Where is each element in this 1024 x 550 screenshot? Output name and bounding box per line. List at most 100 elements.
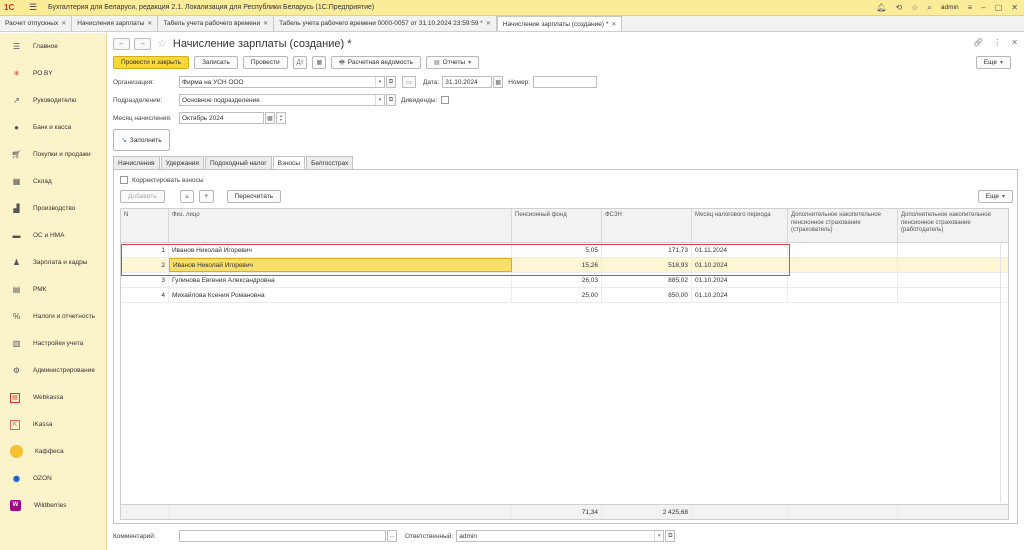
- row-pension[interactable]: 26,03: [512, 273, 602, 287]
- row-dnps-employer[interactable]: [898, 273, 1008, 287]
- back-button[interactable]: ←: [113, 37, 130, 50]
- row-month[interactable]: 01.11.2024: [692, 243, 788, 257]
- chevron-down-icon[interactable]: ▾: [375, 77, 384, 87]
- date-field[interactable]: 31.10.2024: [442, 76, 493, 88]
- col-dnps-insurer[interactable]: Дополнительное накопительное пенсионное …: [788, 209, 898, 242]
- recalculate-button[interactable]: Пересчитать: [226, 190, 282, 203]
- link-icon[interactable]: 🔗︎: [973, 38, 983, 47]
- sidebar-item-purchases[interactable]: 🛒︎ Покупки и продажи: [0, 141, 106, 168]
- col-number[interactable]: N: [121, 209, 169, 242]
- close-icon[interactable]: ✕: [1011, 3, 1018, 12]
- sidebar-item-rmk[interactable]: ▤ РМК: [0, 276, 106, 303]
- sidebar-item-ikassa[interactable]: KiKassa: [0, 411, 106, 438]
- row-fszn[interactable]: 850,00: [602, 288, 692, 302]
- row-pension[interactable]: 5,05: [512, 243, 602, 257]
- col-tax-month[interactable]: Месяц налогового периода: [692, 209, 788, 242]
- number-field[interactable]: [533, 76, 598, 88]
- row-person[interactable]: Михайлова Ксения Романовна: [169, 288, 512, 302]
- tab-vacation-calc[interactable]: Расчет отпускных ✕: [0, 16, 73, 31]
- post-button[interactable]: Провести: [242, 56, 288, 69]
- col-pension[interactable]: Пенсионный фонд: [512, 209, 602, 242]
- dt-kt-icon[interactable]: Дт: [292, 56, 308, 69]
- maximize-icon[interactable]: ▢: [995, 3, 1003, 12]
- sidebar-item-warehouse[interactable]: ▦ Склад: [0, 168, 106, 195]
- table-more-button[interactable]: Еще ▾: [977, 190, 1013, 203]
- sidebar-item-fixed-assets[interactable]: ▬ ОС и НМА: [0, 222, 106, 249]
- search-icon[interactable]: ⌕: [927, 3, 931, 13]
- dept-field[interactable]: Основное подразделение ▾: [179, 94, 385, 106]
- sidebar-item-production[interactable]: ▟ Производство: [0, 195, 106, 222]
- more-button[interactable]: Еще ▾: [975, 56, 1011, 69]
- user-name[interactable]: admin: [941, 4, 959, 11]
- tab-contributions[interactable]: Взносы: [272, 156, 306, 169]
- calendar-icon[interactable]: ▦: [493, 76, 504, 88]
- more-actions-icon[interactable]: ⋮: [993, 38, 1001, 47]
- tab-salary-creation[interactable]: Начисление зарплаты (создание) * ✕: [496, 16, 623, 31]
- row-pension[interactable]: 25,00: [512, 288, 602, 302]
- favorite-star-icon[interactable]: ☆: [157, 37, 167, 50]
- table-row[interactable]: 4 Михайлова Ксения Романовна 25,00 850,0…: [121, 288, 1008, 303]
- open-responsible-icon[interactable]: ⧉: [665, 530, 676, 542]
- row-pension[interactable]: 15,26: [512, 258, 602, 272]
- org-extra-icon[interactable]: ▭: [402, 76, 416, 88]
- row-person[interactable]: Иванов Николай Игоревич: [169, 258, 512, 272]
- sidebar-item-admin[interactable]: ⚙ Администрирование: [0, 357, 106, 384]
- open-org-icon[interactable]: ⧉: [386, 76, 396, 88]
- sidebar-item-manager[interactable]: ↗ Руководителю: [0, 87, 106, 114]
- close-tab-icon[interactable]: ✕: [263, 20, 268, 27]
- favorites-icon[interactable]: ☆: [911, 3, 918, 12]
- sidebar-item-bank[interactable]: ● Банк и касса: [0, 114, 106, 141]
- row-dnps-insurer[interactable]: [788, 273, 898, 287]
- responsible-field[interactable]: admin ▾: [456, 530, 665, 542]
- comment-field[interactable]: [179, 530, 386, 542]
- row-fszn[interactable]: 885,02: [602, 273, 692, 287]
- row-dnps-insurer[interactable]: [788, 288, 898, 302]
- settings-icon[interactable]: ≡: [968, 3, 973, 12]
- close-tab-icon[interactable]: ✕: [486, 20, 491, 27]
- reports-button[interactable]: ▤ Отчеты ▾: [425, 56, 480, 69]
- sidebar-item-webkassa[interactable]: ▤ Webkassa: [0, 384, 106, 411]
- tab-timesheet-doc[interactable]: Табель учета рабочего времени 0000-0057 …: [274, 16, 497, 31]
- row-month[interactable]: 01.10.2024: [692, 273, 788, 287]
- post-and-close-button[interactable]: Провести и закрыть: [113, 56, 190, 69]
- row-dnps-employer[interactable]: [898, 258, 1008, 272]
- org-field[interactable]: Фирма на УСН ООО ▾: [179, 76, 385, 88]
- col-dnps-employer[interactable]: Дополнительное накопительное пенсионное …: [898, 209, 1008, 242]
- col-person[interactable]: Физ. лицо: [169, 209, 512, 242]
- tab-deductions[interactable]: Удержания: [160, 156, 204, 169]
- move-up-icon[interactable]: ▲: [179, 190, 195, 203]
- row-dnps-employer[interactable]: [898, 243, 1008, 257]
- sidebar-item-kaffesa[interactable]: Каффеса: [0, 438, 106, 465]
- close-tab-icon[interactable]: ✕: [611, 21, 616, 28]
- tab-income-tax[interactable]: Подоходный налог: [204, 156, 272, 169]
- month-field[interactable]: Октябрь 2024: [179, 112, 264, 124]
- close-tab-icon[interactable]: ✕: [147, 20, 152, 27]
- col-fszn[interactable]: ФСЗН: [602, 209, 692, 242]
- sidebar-item-ro-by[interactable]: ✳ РО.BY: [0, 60, 106, 87]
- open-dept-icon[interactable]: ⧉: [386, 94, 396, 106]
- move-down-icon[interactable]: ▼: [199, 190, 214, 203]
- close-form-icon[interactable]: ✕: [1011, 38, 1018, 47]
- structure-icon[interactable]: ▦: [312, 56, 327, 69]
- dividends-checkbox[interactable]: [441, 96, 450, 104]
- close-tab-icon[interactable]: ✕: [61, 20, 66, 27]
- row-dnps-insurer[interactable]: [788, 258, 898, 272]
- row-person[interactable]: Гулинова Евгения Александровна: [169, 273, 512, 287]
- sidebar-item-taxes[interactable]: % Налоги и отчетность: [0, 303, 106, 330]
- table-scrollbar[interactable]: [1000, 244, 1008, 503]
- sidebar-item-settings[interactable]: ▥ Настройки учета: [0, 330, 106, 357]
- forward-button[interactable]: →: [134, 37, 151, 50]
- calendar-icon[interactable]: ▦: [265, 112, 275, 124]
- row-fszn[interactable]: 518,93: [602, 258, 692, 272]
- payslip-button[interactable]: 🖶︎ Расчетная ведомость: [331, 56, 421, 69]
- history-icon[interactable]: ⟲: [896, 3, 903, 12]
- sidebar-item-main[interactable]: ☰ Главное: [0, 33, 106, 60]
- adjust-contributions-checkbox[interactable]: [120, 176, 128, 184]
- tab-salary-accruals[interactable]: Начисления зарплаты ✕: [72, 16, 159, 31]
- add-row-button[interactable]: Добавить: [120, 190, 165, 203]
- row-dnps-employer[interactable]: [898, 288, 1008, 302]
- row-dnps-insurer[interactable]: [788, 243, 898, 257]
- tab-timesheet[interactable]: Табель учета рабочего времени ✕: [158, 16, 275, 31]
- tab-belgosstrakh[interactable]: Белгосстрах: [306, 156, 354, 169]
- row-month[interactable]: 01.10.2024: [692, 258, 788, 272]
